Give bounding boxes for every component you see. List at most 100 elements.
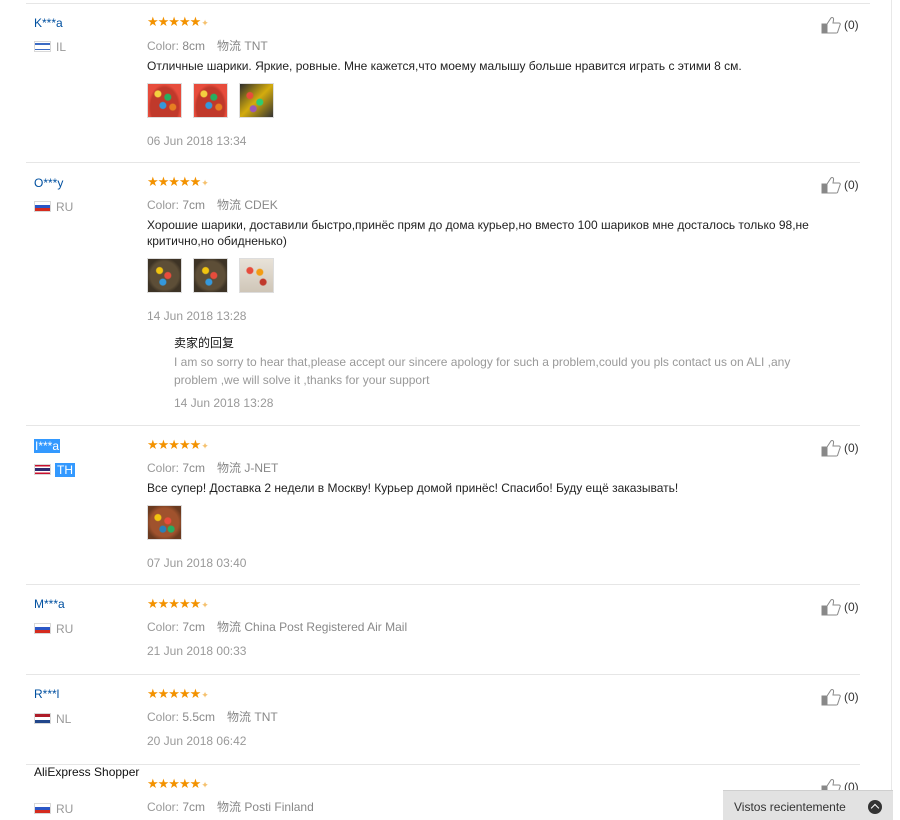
review-item: I***a TH ★★★★★✦ Color: 7cm 物流 J-NET Все с… [0, 426, 890, 585]
review-meta: Color: 5.5cm 物流 TNT [147, 708, 278, 725]
thumbs-up-icon [821, 689, 841, 706]
star-icon: ★★★★★ [147, 14, 201, 29]
rating-stars: ★★★★★✦ [147, 776, 209, 791]
helpful-button[interactable]: (0) [821, 439, 859, 457]
helpful-button[interactable]: (0) [821, 16, 859, 34]
helpful-count: (0) [844, 178, 859, 192]
helpful-button[interactable]: (0) [821, 176, 859, 194]
color-value: 7cm [182, 198, 206, 212]
shipping-value: CDEK [244, 198, 278, 212]
review-photo[interactable] [147, 505, 182, 540]
rating-stars: ★★★★★✦ [147, 437, 209, 452]
rating-stars: ★★★★★✦ [147, 14, 209, 29]
reviewer-country: TH [34, 463, 75, 477]
star-icon: ★★★★★ [147, 776, 201, 791]
reviewer-name[interactable]: O***y [34, 176, 63, 190]
rating-stars: ★★★★★✦ [147, 174, 209, 189]
reviewer-name[interactable]: M***a [34, 597, 65, 611]
country-code: IL [56, 40, 67, 54]
review-text: Все супер! Доставка 2 недели в Москву! К… [147, 481, 679, 495]
review-photos [147, 258, 274, 295]
review-date: 07 Jun 2018 03:40 [147, 556, 247, 570]
flag-icon [34, 623, 51, 634]
flag-icon [34, 713, 51, 724]
country-code: RU [56, 622, 74, 636]
page-border [891, 0, 892, 816]
review-item: O***y RU ★★★★★✦ Color: 7cm 物流 CDEK Хороши… [0, 163, 890, 426]
shipping-value: Posti Finland [244, 800, 314, 814]
shipping-label: 物流 [217, 39, 242, 53]
seller-reply-date: 14 Jun 2018 13:28 [174, 396, 274, 410]
helpful-button[interactable]: (0) [821, 688, 859, 706]
reviewer-name[interactable]: R***l [34, 687, 59, 701]
review-photo[interactable] [147, 83, 182, 118]
color-label: Color: [147, 39, 180, 53]
review-date: 14 Jun 2018 13:28 [147, 309, 247, 323]
flag-icon [34, 41, 51, 52]
helpful-count: (0) [844, 690, 859, 704]
reviewer-country: IL [34, 40, 66, 54]
review-meta: Color: 7cm 物流 China Post Registered Air M… [147, 618, 407, 635]
review-text: Хорошие шарики, доставили быстро,принёс … [147, 218, 809, 248]
shipping-value: J-NET [244, 461, 279, 475]
recently-viewed-label: Vistos recientemente [734, 800, 846, 814]
review-photo[interactable] [193, 83, 228, 118]
review-item: K***a IL ★★★★★✦ Color: 8cm 物流 TNT Отличны… [0, 0, 890, 163]
shipping-value: TNT [244, 39, 268, 53]
color-value: 7cm [182, 620, 206, 634]
color-value: 7cm [182, 800, 206, 814]
review-photo[interactable] [239, 83, 274, 118]
thumbs-up-icon [821, 440, 841, 457]
helpful-count: (0) [844, 18, 859, 32]
color-value: 8cm [182, 39, 206, 53]
reviewer-name[interactable]: I***a [34, 439, 61, 453]
rating-stars: ★★★★★✦ [147, 596, 209, 611]
review-item: R***l NL ★★★★★✦ Color: 5.5cm 物流 TNT 20 Ju… [0, 675, 890, 765]
review-photo[interactable] [193, 258, 228, 293]
thumbs-up-icon [821, 599, 841, 616]
helpful-count: (0) [844, 441, 859, 455]
reviewer-country: NL [34, 712, 71, 726]
review-meta: Color: 8cm 物流 TNT [147, 37, 268, 54]
shipping-value: China Post Registered Air Mail [244, 620, 408, 634]
country-code: RU [56, 802, 74, 816]
shipping-label: 物流 [217, 800, 242, 814]
color-value: 7cm [182, 461, 206, 475]
reviewer-country: RU [34, 622, 73, 636]
flag-icon [34, 464, 51, 475]
star-icon: ★★★★★ [147, 437, 201, 452]
flag-icon [34, 803, 51, 814]
review-date: 06 Jun 2018 13:34 [147, 134, 247, 148]
review-date: 20 Jun 2018 06:42 [147, 734, 247, 748]
country-code: NL [56, 712, 72, 726]
star-icon: ★★★★★ [147, 686, 201, 701]
review-date: 21 Jun 2018 00:33 [147, 644, 247, 658]
review-photos [147, 505, 182, 542]
shipping-label: 物流 [217, 198, 242, 212]
helpful-button[interactable]: (0) [821, 598, 859, 616]
shipping-label: 物流 [217, 620, 242, 634]
seller-reply-title: 卖家的回复 [174, 336, 235, 350]
review-meta: Color: 7cm 物流 Posti Finland [147, 798, 314, 815]
color-value: 5.5cm [182, 710, 216, 724]
review-photos [147, 83, 274, 120]
thumbs-up-icon [821, 17, 841, 34]
review-meta: Color: 7cm 物流 J-NET [147, 459, 278, 476]
seller-reply-text: I am so sorry to hear that,please accept… [174, 355, 791, 387]
color-label: Color: [147, 461, 180, 475]
color-label: Color: [147, 198, 180, 212]
review-photo[interactable] [147, 258, 182, 293]
reviewer-name[interactable]: AliExpress Shopper [34, 765, 139, 779]
star-icon: ★★★★★ [147, 174, 201, 189]
reviewer-name[interactable]: K***a [34, 16, 63, 30]
thumbs-up-icon [821, 177, 841, 194]
rating-stars: ★★★★★✦ [147, 686, 209, 701]
flag-icon [34, 201, 51, 212]
star-icon: ★★★★★ [147, 596, 201, 611]
review-meta: Color: 7cm 物流 CDEK [147, 196, 278, 213]
color-label: Color: [147, 620, 180, 634]
color-label: Color: [147, 710, 180, 724]
review-photo[interactable] [239, 258, 274, 293]
chevron-up-icon[interactable] [868, 800, 882, 814]
review-item: M***a RU ★★★★★✦ Color: 7cm 物流 China Post … [0, 585, 890, 675]
